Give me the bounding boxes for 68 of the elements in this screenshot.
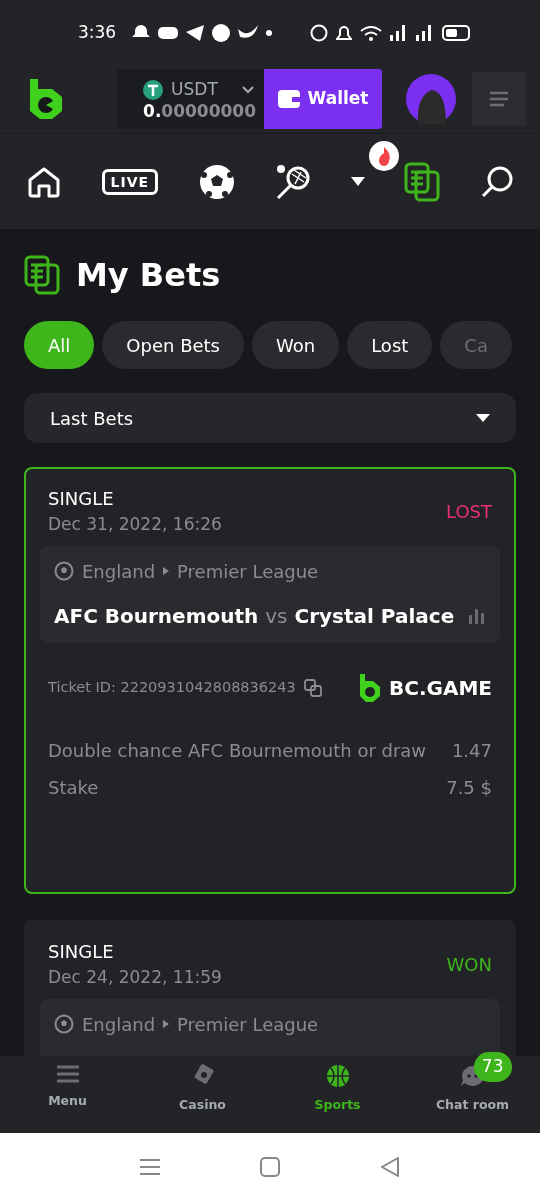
menu-icon xyxy=(490,91,508,107)
bets-icon xyxy=(24,255,60,295)
muted-bell-icon xyxy=(336,24,352,41)
fire-icon xyxy=(368,140,399,171)
recent-apps-icon[interactable] xyxy=(140,1157,160,1176)
league-label: Premier League xyxy=(177,1012,319,1037)
chevron-icon xyxy=(241,85,254,94)
page-title: My Bets xyxy=(76,255,221,295)
avatar[interactable] xyxy=(406,74,456,124)
logo-icon[interactable] xyxy=(28,77,64,121)
logo-icon xyxy=(359,672,381,703)
signal-icon xyxy=(416,24,434,41)
stake-amount: 7.5 $ xyxy=(446,775,492,800)
wifi-icon xyxy=(360,24,382,41)
bet-type: SINGLE xyxy=(48,940,115,964)
stake-label: Stake xyxy=(48,775,99,800)
paper-plane-icon xyxy=(186,24,205,41)
soccer-ball-icon[interactable] xyxy=(197,162,236,201)
soccer-ball-icon xyxy=(54,561,74,581)
currency-selector[interactable]: USDT 0.00000000 xyxy=(117,69,264,129)
period-select[interactable]: Last Bets xyxy=(24,393,516,443)
clock-time: 3:36 xyxy=(78,20,117,44)
copy-icon[interactable] xyxy=(303,678,322,697)
bet-card[interactable]: SINGLE Dec 31, 2022, 16:26 LOST England Premier League AFC Bournemouth vs Crystal Palace Ticket ID: 2220931042808836243 BC.GAME Double chance AFC Bournemouth or draw 1.47 Stake 7.5 $ xyxy=(24,467,516,894)
caret-icon[interactable] xyxy=(350,176,365,187)
menu-button[interactable] xyxy=(472,72,526,126)
menu-tab[interactable]: Menu xyxy=(0,1056,135,1133)
bet-result: WON xyxy=(446,952,492,977)
balance-amount: 0.00000000 xyxy=(143,102,256,122)
casino-tab[interactable]: Casino xyxy=(135,1056,270,1133)
stats-icon[interactable] xyxy=(468,607,486,624)
battery-icon xyxy=(442,24,470,41)
back-icon[interactable] xyxy=(380,1156,400,1177)
country-label: England xyxy=(82,1012,156,1037)
currency-label: USDT xyxy=(171,77,218,101)
brand-name: BC.GAME xyxy=(389,674,492,702)
soccer-ball-icon xyxy=(54,1014,74,1034)
match-title[interactable]: AFC Bournemouth vs Crystal Palace xyxy=(54,600,455,631)
wallet-icon xyxy=(277,90,300,108)
filter-tab[interactable]: Won xyxy=(252,321,340,369)
bet-selection: Double chance AFC Bournemouth or draw xyxy=(48,738,427,763)
bet-date: Dec 31, 2022, 16:26 xyxy=(48,513,222,536)
bet-slip-icon[interactable] xyxy=(404,161,441,202)
league-label: Premier League xyxy=(177,559,319,584)
home-icon[interactable] xyxy=(26,165,62,198)
bet-card[interactable]: SINGLE Dec 24, 2022, 11:59 WON England Premier League xyxy=(24,920,516,1056)
bet-result: LOST xyxy=(446,499,492,524)
tennis-racket-icon[interactable] xyxy=(275,163,312,200)
live-tab[interactable]: LIVE xyxy=(101,168,159,195)
bet-type: SINGLE xyxy=(48,487,115,511)
search-icon[interactable] xyxy=(480,164,514,199)
menu-icon xyxy=(56,1064,79,1084)
signal-icon xyxy=(390,24,408,41)
sports-tab[interactable]: Sports xyxy=(270,1056,405,1133)
bet-odds: 1.47 xyxy=(451,738,492,763)
ball-icon xyxy=(325,1064,350,1088)
dot-icon xyxy=(266,29,273,36)
ticket-id: Ticket ID: 2220931042808836243 xyxy=(48,677,296,697)
filter-tab[interactable]: Lost xyxy=(347,321,433,369)
dropdown-caret-icon xyxy=(476,414,490,422)
bet-date: Dec 24, 2022, 11:59 xyxy=(48,966,222,989)
count-badge: 73 xyxy=(473,1052,512,1082)
coin-icon xyxy=(143,79,164,100)
breadcrumb-arrow-icon xyxy=(163,567,170,575)
breadcrumb-arrow-icon xyxy=(163,1020,170,1028)
filter-tab[interactable]: Open Bets xyxy=(102,321,244,369)
wallet-button[interactable]: Wallet xyxy=(264,69,382,129)
country-label: England xyxy=(82,559,156,584)
